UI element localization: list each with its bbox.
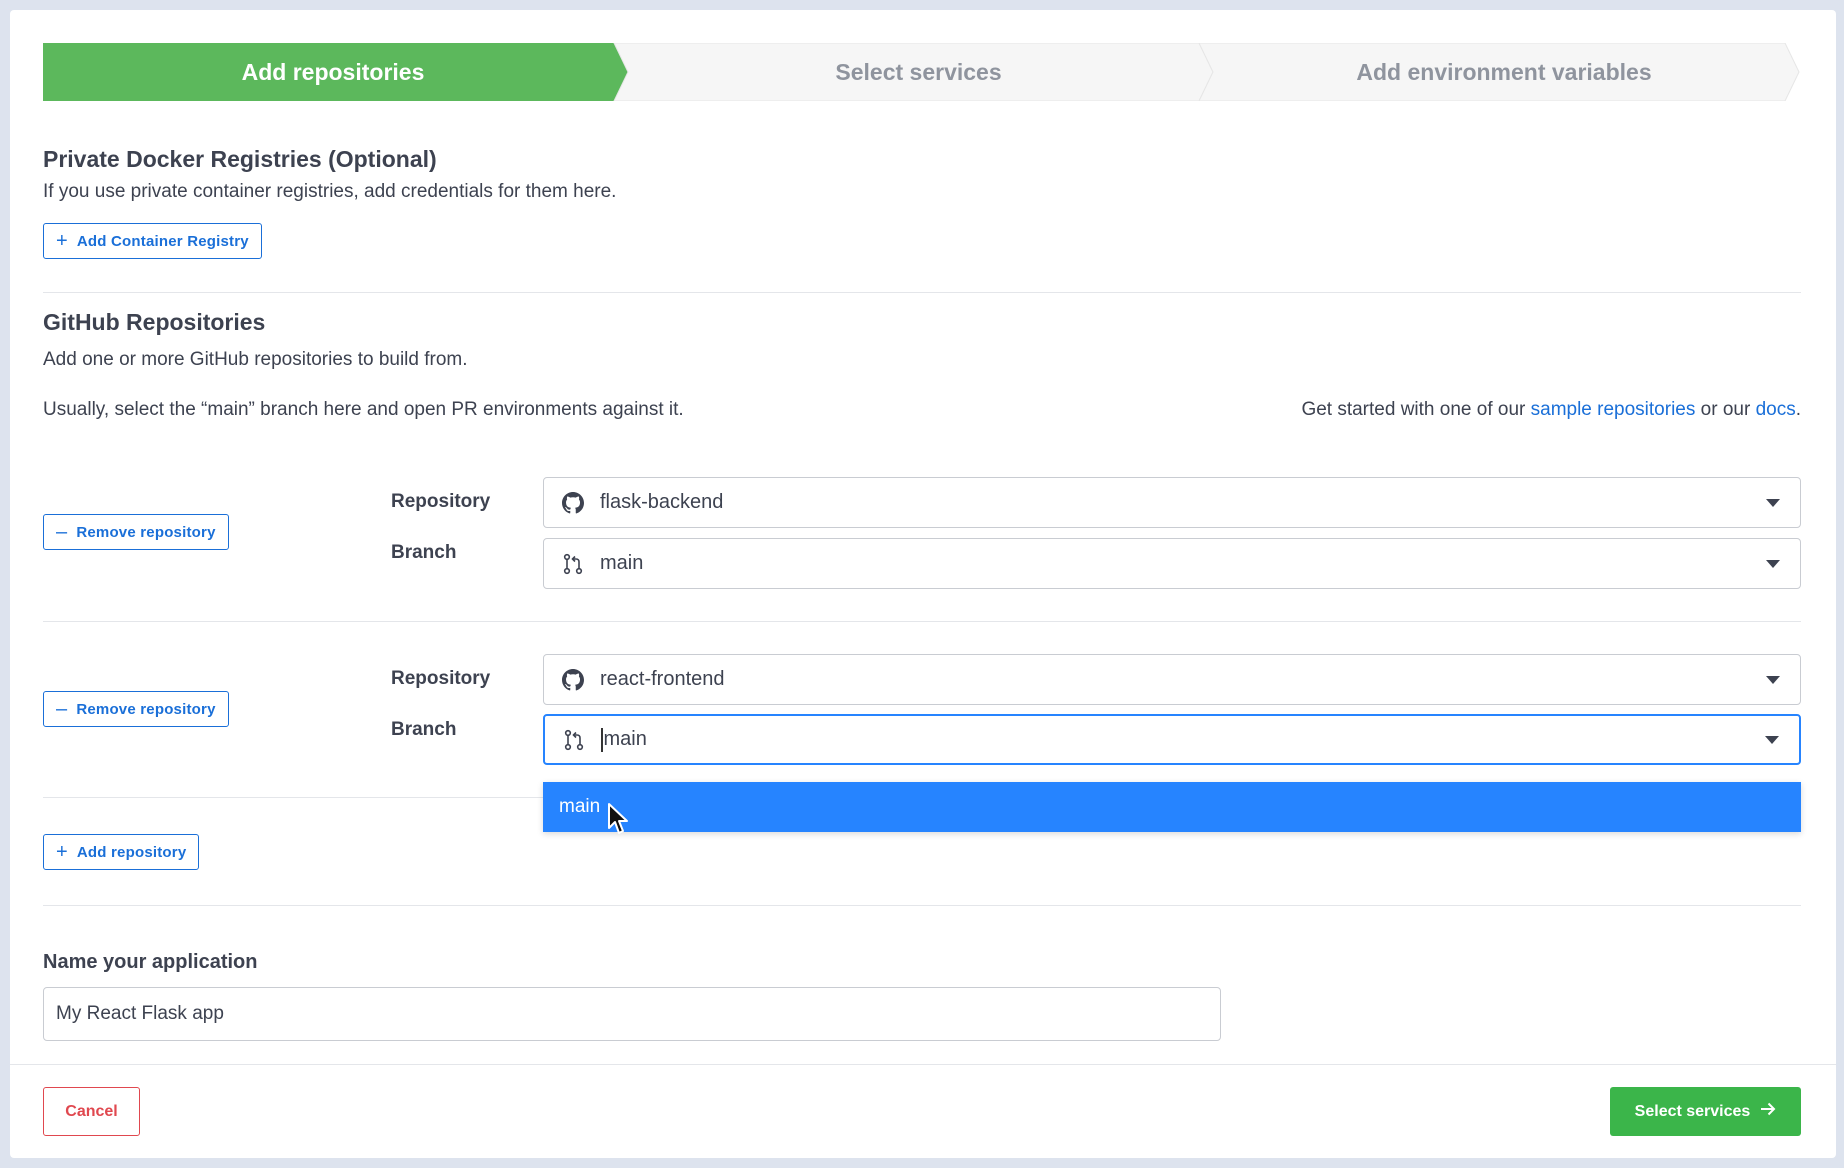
add-repository-button[interactable]: + Add repository xyxy=(43,834,200,870)
remove-repository-button[interactable]: – Remove repository xyxy=(43,514,229,550)
divider xyxy=(43,797,543,798)
chevron-down-icon[interactable] xyxy=(1765,735,1779,744)
add-container-registry-button[interactable]: + Add Container Registry xyxy=(43,223,262,259)
app-name-label: Name your application xyxy=(43,951,258,973)
remove-repository-button[interactable]: – Remove repository xyxy=(43,691,229,727)
branch-label: Branch xyxy=(391,719,457,740)
branch-label: Branch xyxy=(391,542,457,563)
step-add-repositories[interactable]: Add repositories xyxy=(43,43,623,101)
arrow-right-icon xyxy=(1760,1102,1776,1121)
branch-select-focused[interactable]: main xyxy=(543,714,1801,765)
repository-select[interactable]: flask-backend xyxy=(543,477,1801,528)
minus-icon: – xyxy=(56,521,68,543)
footer-divider xyxy=(10,1064,1836,1065)
github-title: GitHub Repositories xyxy=(43,309,266,335)
progress-stepper: Add repositories Select services Add env… xyxy=(43,43,1801,101)
docs-link[interactable]: docs xyxy=(1756,399,1796,420)
branch-dropdown-option[interactable]: main xyxy=(543,782,1801,832)
step-add-environment-variables[interactable]: Add environment variables xyxy=(1211,43,1797,101)
mouse-pointer-icon xyxy=(607,802,629,841)
chevron-down-icon[interactable] xyxy=(1766,675,1780,684)
minus-icon: – xyxy=(56,698,68,720)
registries-title: Private Docker Registries (Optional) xyxy=(43,146,437,172)
divider xyxy=(43,621,1801,622)
chevron-down-icon[interactable] xyxy=(1766,498,1780,507)
step-select-services[interactable]: Select services xyxy=(626,43,1211,101)
plus-icon: + xyxy=(56,230,68,252)
github-help-text: Get started with one of our sample repos… xyxy=(1301,399,1801,420)
git-pull-request-icon xyxy=(562,553,584,575)
divider xyxy=(43,292,1801,293)
divider xyxy=(43,905,1801,906)
repository-select[interactable]: react-frontend xyxy=(543,654,1801,705)
github-icon xyxy=(562,491,584,514)
text-cursor xyxy=(601,727,603,752)
registries-description: If you use private container registries,… xyxy=(43,181,617,202)
github-icon xyxy=(562,668,584,691)
branch-select[interactable]: main xyxy=(543,538,1801,589)
git-pull-request-icon xyxy=(563,729,585,751)
repository-label: Repository xyxy=(391,491,491,512)
github-hint: Usually, select the “main” branch here a… xyxy=(43,399,684,420)
cancel-button[interactable]: Cancel xyxy=(43,1087,140,1136)
chevron-down-icon[interactable] xyxy=(1766,559,1780,568)
plus-icon: + xyxy=(56,841,68,863)
select-services-button[interactable]: Select services xyxy=(1610,1087,1801,1136)
repository-label: Repository xyxy=(391,668,491,689)
sample-repositories-link[interactable]: sample repositories xyxy=(1531,399,1696,420)
github-description: Add one or more GitHub repositories to b… xyxy=(43,349,468,370)
app-name-input[interactable] xyxy=(43,987,1221,1041)
